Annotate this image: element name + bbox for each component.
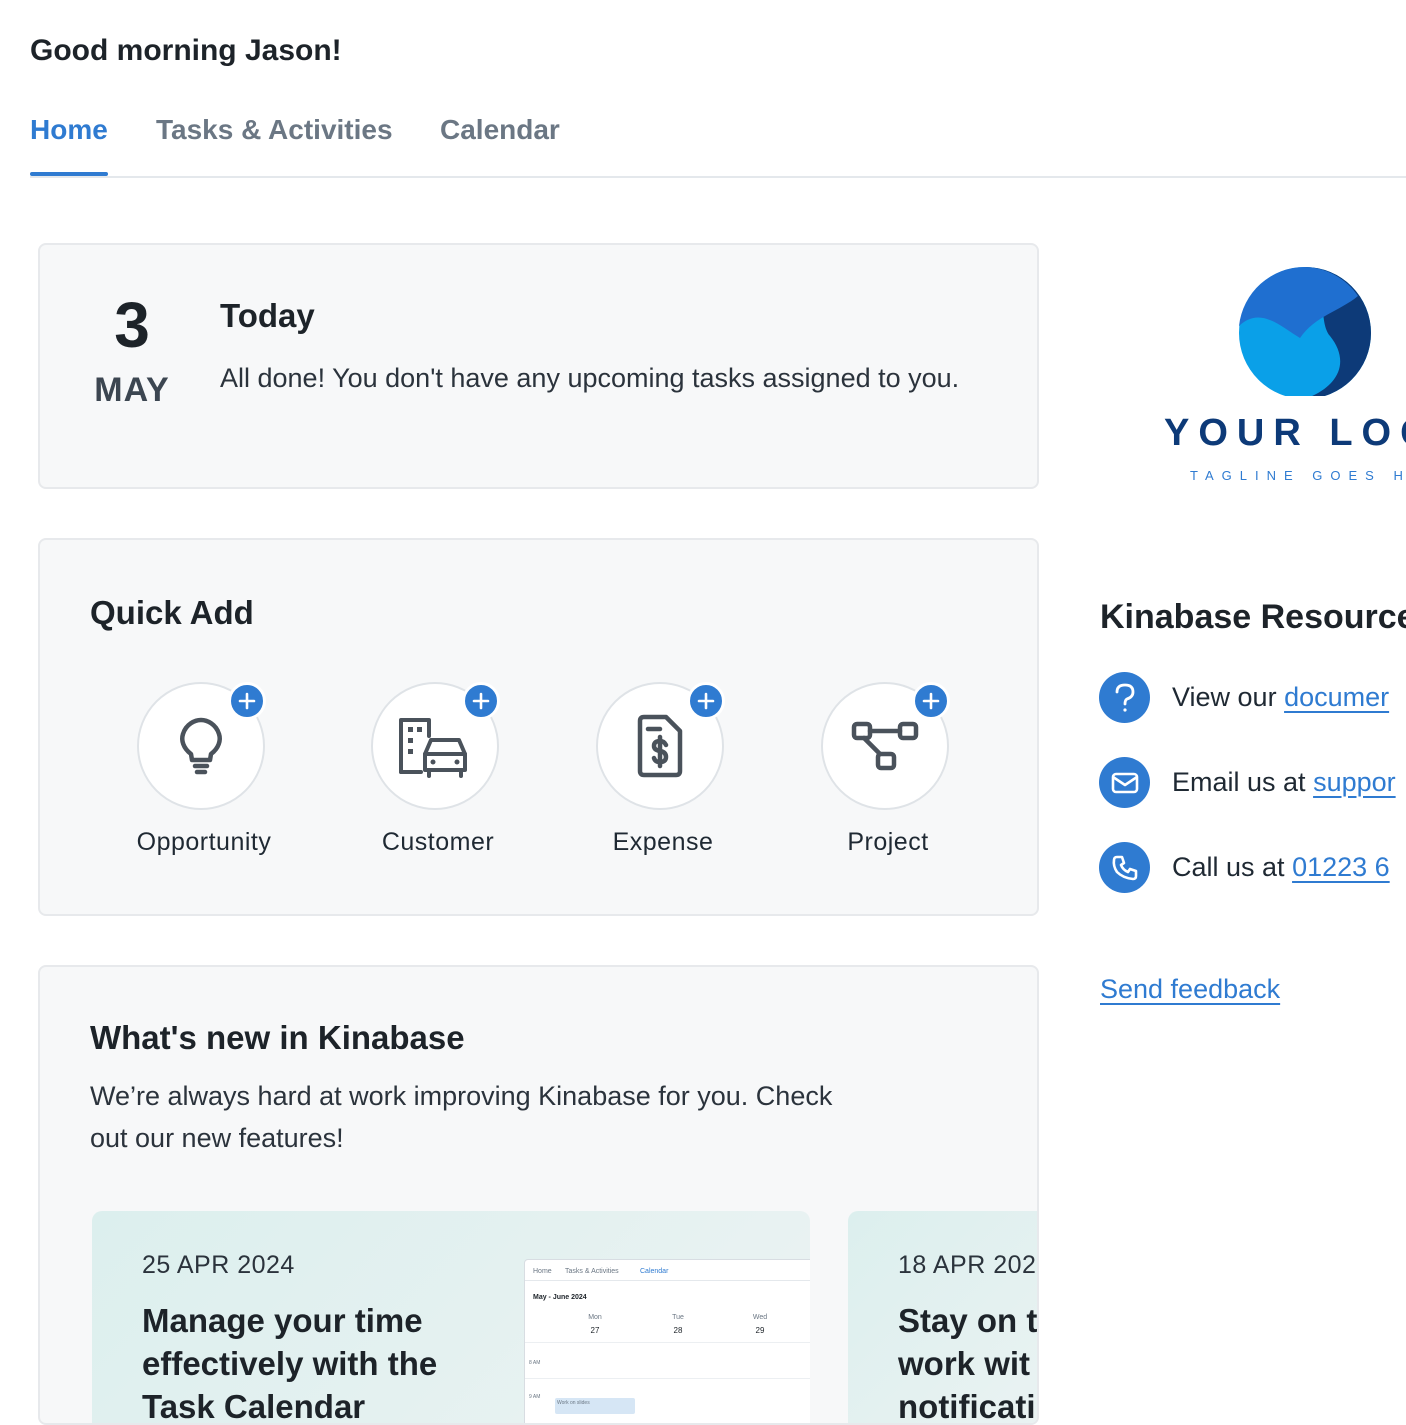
- receipt-dollar-icon: [637, 714, 683, 778]
- preview-day: Tue: [672, 1314, 684, 1321]
- whats-new-text: We’re always hard at work improving Kina…: [90, 1081, 833, 1153]
- preview-day: Mon: [588, 1314, 602, 1321]
- support-email-link[interactable]: suppor: [1313, 767, 1396, 797]
- preview-divider: [525, 1280, 810, 1281]
- preview-date: 28: [673, 1326, 683, 1335]
- tab-calendar[interactable]: Calendar: [440, 114, 560, 146]
- date-day: 3: [114, 289, 150, 361]
- plus-icon[interactable]: [462, 682, 500, 720]
- logo-tagline: TAGLINE GOES HER: [1190, 468, 1406, 483]
- logo-text: YOUR LOG: [1164, 412, 1406, 454]
- plus-icon[interactable]: [228, 682, 266, 720]
- logo-mark: [1239, 266, 1371, 396]
- company-logo: YOUR LOG TAGLINE GOES HER: [1160, 266, 1406, 496]
- date-month: MAY: [94, 371, 170, 409]
- preview-date: 29: [755, 1326, 765, 1335]
- preview-time: 8 AM: [529, 1360, 541, 1366]
- news-date: 25 APR 2024: [142, 1251, 295, 1279]
- tab-tasks-activities[interactable]: Tasks & Activities: [156, 114, 393, 146]
- phone-link[interactable]: 01223 6: [1292, 852, 1390, 882]
- today-message: All done! You don't have any upcoming ta…: [220, 363, 960, 393]
- quick-add-label: Opportunity: [136, 828, 272, 856]
- resources-title: Kinabase Resource: [1100, 598, 1406, 636]
- calendar-preview-image: Home Tasks & Activities Calendar May - J…: [524, 1259, 810, 1423]
- documentation-link[interactable]: documer: [1284, 682, 1389, 712]
- workflow-icon: [851, 721, 919, 771]
- preview-time: 9 AM: [529, 1394, 541, 1400]
- news-date: 18 APR 202: [898, 1251, 1037, 1279]
- preview-tab: Home: [533, 1268, 552, 1275]
- tab-bar: Home Tasks & Activities Calendar: [30, 110, 1406, 178]
- preview-tab: Calendar: [640, 1268, 669, 1275]
- whats-new-title: What's new in Kinabase: [90, 1019, 465, 1056]
- preview-event: Work on slides: [555, 1398, 635, 1414]
- resource-prefix: View our: [1172, 682, 1285, 712]
- quick-add-expense[interactable]: Expense: [563, 682, 763, 872]
- quick-add-card: Quick Add Opportunity Customer Expense P…: [38, 538, 1039, 916]
- quick-add-label: Expense: [612, 828, 714, 856]
- quick-add-customer[interactable]: Customer: [338, 682, 538, 872]
- plus-icon[interactable]: [912, 682, 950, 720]
- today-card: 3 MAY Today All done! You don't have any…: [38, 243, 1039, 489]
- whats-new-card: What's new in Kinabase We’re always hard…: [38, 965, 1039, 1425]
- plus-icon[interactable]: [687, 682, 725, 720]
- send-feedback-link[interactable]: Send feedback: [1100, 974, 1280, 1005]
- resource-prefix: Call us at: [1172, 852, 1293, 882]
- news-tile[interactable]: 25 APR 2024 Manage your time effectively…: [92, 1211, 810, 1425]
- envelope-icon: [1099, 757, 1150, 808]
- preview-gridline: [525, 1378, 810, 1379]
- news-title: Stay on t work wit notificati: [898, 1302, 1038, 1425]
- quick-add-project[interactable]: Project: [788, 682, 988, 872]
- quick-add-opportunity[interactable]: Opportunity: [104, 682, 304, 872]
- greeting-heading: Good morning Jason!: [30, 34, 342, 67]
- today-title: Today: [220, 297, 315, 334]
- lightbulb-icon: [180, 717, 222, 775]
- question-icon: [1099, 672, 1150, 723]
- tab-home[interactable]: Home: [30, 114, 108, 146]
- resource-prefix: Email us at: [1172, 767, 1314, 797]
- quick-add-label: Project: [847, 828, 929, 856]
- resource-text: Call us at 01223 6: [1172, 852, 1390, 883]
- preview-day: Wed: [752, 1314, 768, 1321]
- preview-range: May - June 2024: [533, 1294, 587, 1301]
- resource-text: Email us at suppor: [1172, 767, 1396, 798]
- news-title: Manage your time effectively with the Ta…: [142, 1302, 438, 1425]
- preview-date: 27: [590, 1326, 600, 1335]
- active-tab-indicator: [30, 172, 108, 176]
- phone-icon: [1099, 842, 1150, 893]
- building-car-icon: [399, 718, 467, 778]
- preview-tab: Tasks & Activities: [565, 1268, 619, 1275]
- quick-add-title: Quick Add: [90, 594, 254, 631]
- news-tile[interactable]: 18 APR 202 Stay on t work wit notificati: [848, 1211, 1038, 1425]
- preview-gridline: [525, 1342, 810, 1343]
- quick-add-label: Customer: [381, 828, 495, 856]
- resource-text: View our documer: [1172, 682, 1389, 713]
